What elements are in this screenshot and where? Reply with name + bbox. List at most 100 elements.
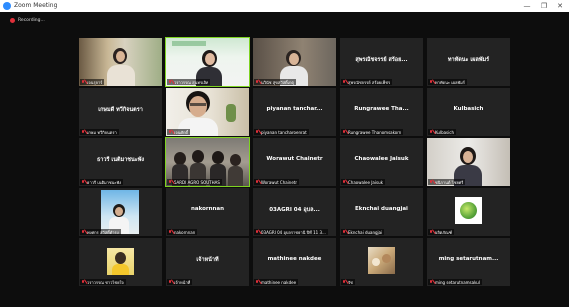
mic-muted-icon xyxy=(429,229,433,235)
mic-muted-icon xyxy=(168,129,172,135)
participant-display-name: Eknchai duangjai xyxy=(355,206,408,212)
mic-muted-icon xyxy=(342,279,346,285)
participant-display-name: Rungrawee Tha... xyxy=(354,106,409,112)
participant-display-name: ทาทัดนะ เผลพัมร์ xyxy=(447,57,490,63)
participant-name: วราวรรณ สุนทรเลิศ xyxy=(174,79,209,85)
participant-name: mathinee nakdee xyxy=(261,279,297,285)
mic-muted-icon xyxy=(255,179,259,185)
minimize-button[interactable]: — xyxy=(519,0,535,12)
participant-display-name: เกษมดี ทวีกิจนตรา xyxy=(98,107,143,113)
participant-name: piyanan tancharoenrat xyxy=(261,129,307,135)
participant-display-name: เจ้าหน้าที่ xyxy=(196,257,219,263)
participant-name: 03AGRI 04 อุบลราชธานี ปีที่ 11 3... xyxy=(261,229,326,235)
participant-name: Kulbasich xyxy=(435,129,454,135)
participant-display-name: สุพรณัชจรรย์ สร้อย... xyxy=(355,57,408,63)
participant-name: ming setarutnamsakul xyxy=(435,279,480,285)
participant-name: ธาวรี เนติมาชนะพัง xyxy=(87,179,122,185)
participant-tile[interactable]: เจนศักดิ์ xyxy=(166,88,249,136)
participant-display-name: piyanan tanchar... xyxy=(266,106,323,112)
participant-name: ทาทัดนะ เผลพัมร์ xyxy=(435,79,465,85)
participant-name: Worawut Chainetr xyxy=(261,179,298,185)
participant-name: Rungrawee Thanomsakorn xyxy=(348,129,402,135)
mic-muted-icon xyxy=(168,279,172,285)
mic-muted-icon xyxy=(168,229,172,235)
participant-tile[interactable]: Rungrawee Tha... Rungrawee Thanomsakorn xyxy=(340,88,423,136)
participant-tile[interactable]: Eknchai duangjai Eknchai duangjai xyxy=(340,188,423,236)
mic-muted-icon xyxy=(81,279,85,285)
participant-tile[interactable]: พงศกร สวัสดิ์ดำรง xyxy=(79,188,162,236)
mic-muted-icon xyxy=(81,129,85,135)
participant-tile[interactable]: ming setarutnam... ming setarutnamsakul xyxy=(427,238,510,286)
participant-tile[interactable]: mathinee nakdee mathinee nakdee xyxy=(253,238,336,286)
participant-display-name: nakornnan xyxy=(190,206,225,212)
participant-tile[interactable]: นวินัช สุขสวัสดิ์เกตุ xyxy=(253,38,336,86)
participant-tile[interactable]: ทาทัดนะ เผลพัมร์ ทาทัดนะ เผลพัมร์ xyxy=(427,38,510,86)
participant-tile[interactable]: สุพรณัชจรรย์ สร้อย... สุพรณัชจรรย์ สร้อย… xyxy=(340,38,423,86)
participant-name: รัช xyxy=(348,279,353,285)
participant-display-name: 03AGRI 04 อุบล... xyxy=(269,207,320,213)
participant-tile[interactable]: วราวรรณ ชาวไชยใจ xyxy=(79,238,162,286)
participant-name: เจนรุจาร์ xyxy=(87,79,103,85)
record-icon xyxy=(10,17,15,23)
participant-tile[interactable]: รัช xyxy=(340,238,423,286)
participant-tile[interactable]: ผลิตภัณฑ์ xyxy=(427,188,510,236)
mic-muted-icon xyxy=(255,129,259,135)
participant-tile[interactable]: เจนรุจาร์ xyxy=(79,38,162,86)
mic-muted-icon xyxy=(168,179,172,185)
participant-tile[interactable]: nakornnan nakornnan xyxy=(166,188,249,236)
participant-name: เจนศักดิ์ xyxy=(174,129,189,135)
mic-muted-icon xyxy=(255,279,259,285)
mic-muted-icon xyxy=(342,129,346,135)
mic-muted-icon xyxy=(81,79,85,85)
participant-display-name: Worawut Chainetr xyxy=(266,156,323,162)
mic-muted-icon xyxy=(342,229,346,235)
mic-muted-icon xyxy=(342,79,346,85)
participant-name: ผลิตภัณฑ์ xyxy=(435,229,453,235)
mic-muted-icon xyxy=(168,79,172,85)
participant-tile[interactable]: ธาวรี เนติมาชนะพัง ธาวรี เนติมาชนะพัง xyxy=(79,138,162,186)
title-bar: Zoom Meeting — ❐ ✕ xyxy=(0,0,569,12)
mic-muted-icon xyxy=(342,179,346,185)
mic-muted-icon xyxy=(255,79,259,85)
mic-muted-icon xyxy=(429,179,433,185)
recording-label: Recording... xyxy=(18,17,45,23)
close-button[interactable]: ✕ xyxy=(552,0,568,12)
participant-tile[interactable]: piyanan tanchar... piyanan tancharoenrat xyxy=(253,88,336,136)
window-title: Zoom Meeting xyxy=(14,2,58,9)
participant-tile-active-speaker[interactable]: วราวรรณ สุนทรเลิศ xyxy=(165,37,250,87)
participant-name: Eknchai duangjai xyxy=(348,229,383,235)
participant-tile[interactable]: 03AGRI 04 อุบล... 03AGRI 04 อุบลราชธานี … xyxy=(253,188,336,236)
participant-name: เกษม ทวีกิจนตรา xyxy=(87,129,117,135)
participant-tile[interactable]: Chaowalee Jaisuk Chaowalee Jaisuk xyxy=(340,138,423,186)
participant-name: เจ้าหน้าที่ xyxy=(174,279,191,285)
participant-tile[interactable]: เกษมดี ทวีกิจนตรา เกษม ทวีกิจนตรา xyxy=(79,88,162,136)
participant-name: สุพรณัชจรรย์ สร้อยเพ็ชร xyxy=(348,79,391,85)
participant-tile[interactable]: Kulbasich Kulbasich xyxy=(427,88,510,136)
participant-tile[interactable]: Worawut Chainetr Worawut Chainetr xyxy=(253,138,336,186)
participant-name: ชนิกานต์ ไชยศรี xyxy=(435,179,464,185)
mic-muted-icon xyxy=(429,279,433,285)
recording-indicator[interactable]: Recording... xyxy=(10,16,45,24)
mic-muted-icon xyxy=(255,229,259,235)
restore-button[interactable]: ❐ xyxy=(536,0,552,12)
participant-tile-speaking[interactable]: 5ARDI AGRO SOUTHAS xyxy=(165,137,250,187)
participant-name: Chaowalee Jaisuk xyxy=(348,179,383,185)
participant-tile[interactable]: เจ้าหน้าที่ เจ้าหน้าที่ xyxy=(166,238,249,286)
participant-name: พงศกร สวัสดิ์ดำรง xyxy=(87,229,119,235)
participant-name: นวินัช สุขสวัสดิ์เกตุ xyxy=(261,79,294,85)
mic-muted-icon xyxy=(81,179,85,185)
participant-display-name: Chaowalee Jaisuk xyxy=(354,156,409,162)
mic-muted-icon xyxy=(429,129,433,135)
participant-display-name: Kulbasich xyxy=(453,106,484,112)
participant-display-name: ธาวรี เนติมาชนะพัง xyxy=(96,157,145,163)
participant-display-name: mathinee nakdee xyxy=(267,256,322,262)
zoom-logo-icon xyxy=(3,2,11,10)
participant-name: nakornnan xyxy=(174,229,196,235)
participant-display-name: ming setarutnam... xyxy=(438,256,499,262)
mic-muted-icon xyxy=(81,229,85,235)
participant-tile[interactable]: ชนิกานต์ ไชยศรี xyxy=(427,138,510,186)
participant-name: วราวรรณ ชาวไชยใจ xyxy=(87,279,124,285)
mic-muted-icon xyxy=(429,79,433,85)
zoom-meeting-window: Zoom Meeting — ❐ ✕ Recording... เจนรุจาร… xyxy=(0,0,569,307)
participant-name: 5ARDI AGRO SOUTHAS xyxy=(174,179,220,185)
